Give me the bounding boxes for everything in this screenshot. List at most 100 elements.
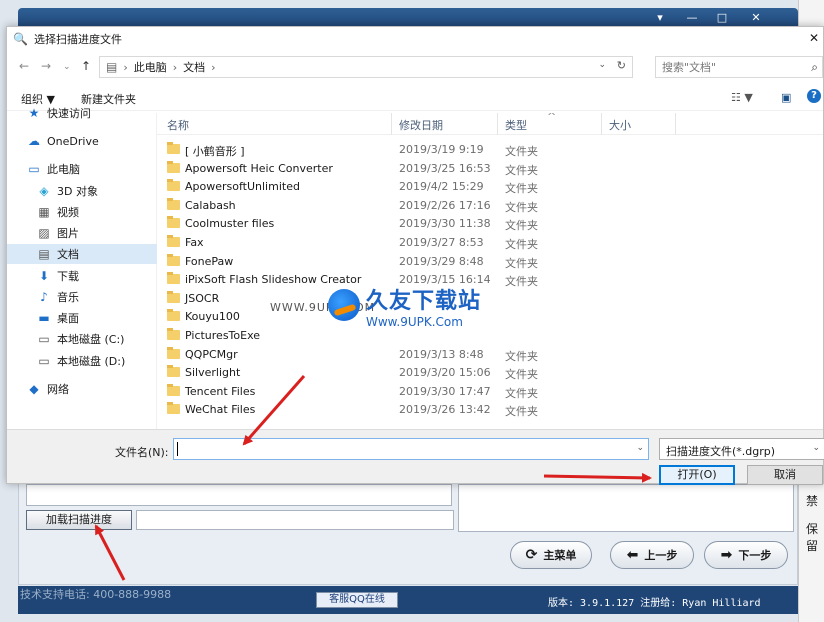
nav-item[interactable]: ◈ 3D 对象 (7, 181, 157, 201)
view-options-icon[interactable]: ☷ ▼ (731, 91, 753, 104)
breadcrumb-documents[interactable]: 文档 (183, 59, 205, 75)
file-row[interactable]: WeChat Files 2019/3/26 13:42 文件夹 (157, 401, 823, 420)
file-type: 文件夹 (505, 163, 538, 177)
nav-item[interactable]: ▭ 本地磁盘 (C:) (7, 329, 157, 349)
nav-item[interactable]: ▭ 此电脑 (7, 159, 157, 179)
file-type: 文件夹 (505, 200, 538, 214)
column-date[interactable]: 修改日期 (399, 117, 443, 133)
app-search-icon: 🔍 (13, 32, 28, 46)
nav-item[interactable]: ▬ 桌面 (7, 308, 157, 328)
arrow-left-icon: ⬅ (626, 547, 639, 563)
file-date: 2019/3/19 9:19 (399, 143, 484, 156)
file-date: 2019/3/30 11:38 (399, 217, 491, 231)
file-row[interactable]: Calabash 2019/2/26 17:16 文件夹 (157, 197, 823, 216)
nav-item[interactable]: ♪ 音乐 (7, 287, 157, 307)
column-name[interactable]: 名称 (167, 117, 189, 133)
nav-item-label: OneDrive (47, 134, 99, 148)
file-name: WeChat Files (185, 403, 256, 417)
file-row[interactable]: Apowersoft Heic Converter 2019/3/25 16:53… (157, 160, 823, 179)
filetype-select[interactable]: 扫描进度文件(*.dgrp) ⌄ (659, 438, 824, 460)
file-type: 文件夹 (505, 145, 538, 158)
folder-icon (167, 365, 180, 378)
preview-pane-icon[interactable]: ▣ (781, 91, 791, 104)
cancel-button[interactable]: 取消 (747, 465, 823, 485)
next-step-button[interactable]: ➡ 下一步 (704, 541, 788, 569)
column-separator[interactable] (675, 113, 676, 135)
previous-step-button[interactable]: ⬅ 上一步 (610, 541, 694, 569)
dialog-bottom-area: 文件名(N): ⌄ 扫描进度文件(*.dgrp) ⌄ 打开(O) 取消 (7, 429, 824, 485)
nav-item[interactable]: ◆ 网络 (7, 379, 157, 399)
arrow-right-icon: ➡ (720, 547, 733, 563)
watermark-logo-icon (328, 289, 360, 321)
file-date: 2019/3/29 8:48 (399, 254, 484, 268)
column-separator[interactable] (601, 113, 602, 135)
address-dropdown-icon[interactable]: ⌄ (598, 60, 606, 70)
image-icon: ▨ (38, 226, 50, 240)
file-name: PicturesToExe (185, 329, 261, 342)
desktop-icon: ▬ (38, 311, 50, 325)
file-type: 文件夹 (505, 349, 538, 363)
right-strip-text-2: 保留 (806, 522, 819, 553)
file-row[interactable]: Coolmuster files 2019/3/30 11:38 文件夹 (157, 215, 823, 234)
document-location-icon: ▤ (106, 60, 118, 74)
file-row[interactable]: Tencent Files 2019/3/30 17:47 文件夹 (157, 383, 823, 402)
file-row[interactable]: [ 小鹤音形 ] 2019/3/19 9:19 文件夹 (157, 141, 823, 160)
file-row[interactable]: ApowersoftUnlimited 2019/4/2 15:29 文件夹 (157, 178, 823, 197)
folder-icon (167, 272, 180, 285)
nav-item[interactable]: ⬇ 下载 (7, 266, 157, 286)
file-type: 文件夹 (505, 256, 538, 270)
folder-icon (167, 328, 180, 340)
nav-item[interactable]: ▦ 视频 (7, 202, 157, 222)
folder-icon (167, 160, 180, 173)
main-menu-button[interactable]: ⟳ 主菜单 (510, 541, 592, 569)
nav-item[interactable]: ▤ 文档 (7, 244, 157, 264)
forward-icon[interactable]: → (41, 59, 51, 73)
filename-input[interactable]: ⌄ (173, 438, 649, 460)
refresh-icon[interactable]: ↻ (617, 59, 626, 72)
nav-item[interactable]: ☁ OneDrive (7, 131, 157, 151)
load-progress-input[interactable] (136, 510, 454, 530)
document-icon: ▤ (38, 247, 50, 261)
column-separator[interactable] (497, 113, 498, 135)
navigation-pane: ★ 快速访问 ☁ OneDrive ▭ 此电脑 ◈ 3D 对象 ▦ 视频 ▨ 图片 ▤ 文档 ⬇ 下载 ♪ 音乐 ▬… (7, 106, 157, 429)
nav-item-label: 视频 (57, 206, 79, 219)
breadcrumb-this-pc[interactable]: 此电脑 (134, 59, 167, 75)
open-button[interactable]: 打开(O) (659, 465, 735, 485)
file-open-dialog: 🔍 选择扫描进度文件 ✕ ← → ⌄ ↑ ▤ › 此电脑 › 文档 › ⌄ ↻ … (6, 26, 824, 485)
file-type: 文件夹 (505, 219, 538, 233)
menu-icon[interactable]: ▾ (648, 11, 672, 25)
address-bar[interactable]: ▤ › 此电脑 › 文档 › ⌄ ↻ (99, 56, 633, 78)
column-separator[interactable] (391, 113, 392, 135)
folder-icon (167, 383, 180, 396)
dialog-title-bar: 🔍 选择扫描进度文件 (7, 27, 823, 51)
column-type[interactable]: 类型 (505, 117, 527, 133)
nav-item[interactable]: ▭ 本地磁盘 (D:) (7, 351, 157, 371)
file-row[interactable]: Fax 2019/3/27 8:53 文件夹 (157, 234, 823, 253)
help-icon[interactable]: ? (807, 89, 821, 103)
back-icon[interactable]: ← (19, 59, 29, 73)
filename-dropdown-icon[interactable]: ⌄ (636, 443, 644, 453)
breadcrumb-separator-icon: › (172, 60, 178, 74)
file-date: 2019/3/25 16:53 (399, 161, 491, 175)
load-scan-progress-button[interactable]: 加载扫描进度 (26, 510, 132, 530)
nav-item[interactable]: ★ 快速访问 (7, 103, 157, 123)
file-row[interactable]: FonePaw 2019/3/29 8:48 文件夹 (157, 253, 823, 272)
recent-chevron-icon[interactable]: ⌄ (63, 62, 71, 72)
qq-service-button[interactable]: 客服QQ在线 (316, 592, 398, 608)
minimize-icon[interactable]: — (680, 11, 704, 25)
dialog-close-icon[interactable]: ✕ (809, 31, 819, 45)
search-input[interactable]: 搜索"文档" ⌕ (655, 56, 823, 78)
close-icon[interactable]: ✕ (744, 11, 768, 25)
folder-icon (167, 253, 180, 266)
file-row[interactable]: QQPCMgr 2019/3/13 8:48 文件夹 (157, 346, 823, 365)
up-icon[interactable]: ↑ (81, 59, 91, 73)
breadcrumb-separator-icon: › (123, 60, 128, 74)
nav-item[interactable]: ▨ 图片 (7, 223, 157, 243)
file-type: 文件夹 (505, 238, 538, 251)
maximize-icon[interactable]: □ (710, 11, 734, 25)
column-size[interactable]: 大小 (609, 117, 631, 133)
file-type: 文件夹 (505, 368, 538, 382)
file-row[interactable]: Silverlight 2019/3/20 15:06 文件夹 (157, 364, 823, 383)
file-name: Tencent Files (185, 384, 256, 398)
nav-item-label: 桌面 (57, 312, 79, 325)
